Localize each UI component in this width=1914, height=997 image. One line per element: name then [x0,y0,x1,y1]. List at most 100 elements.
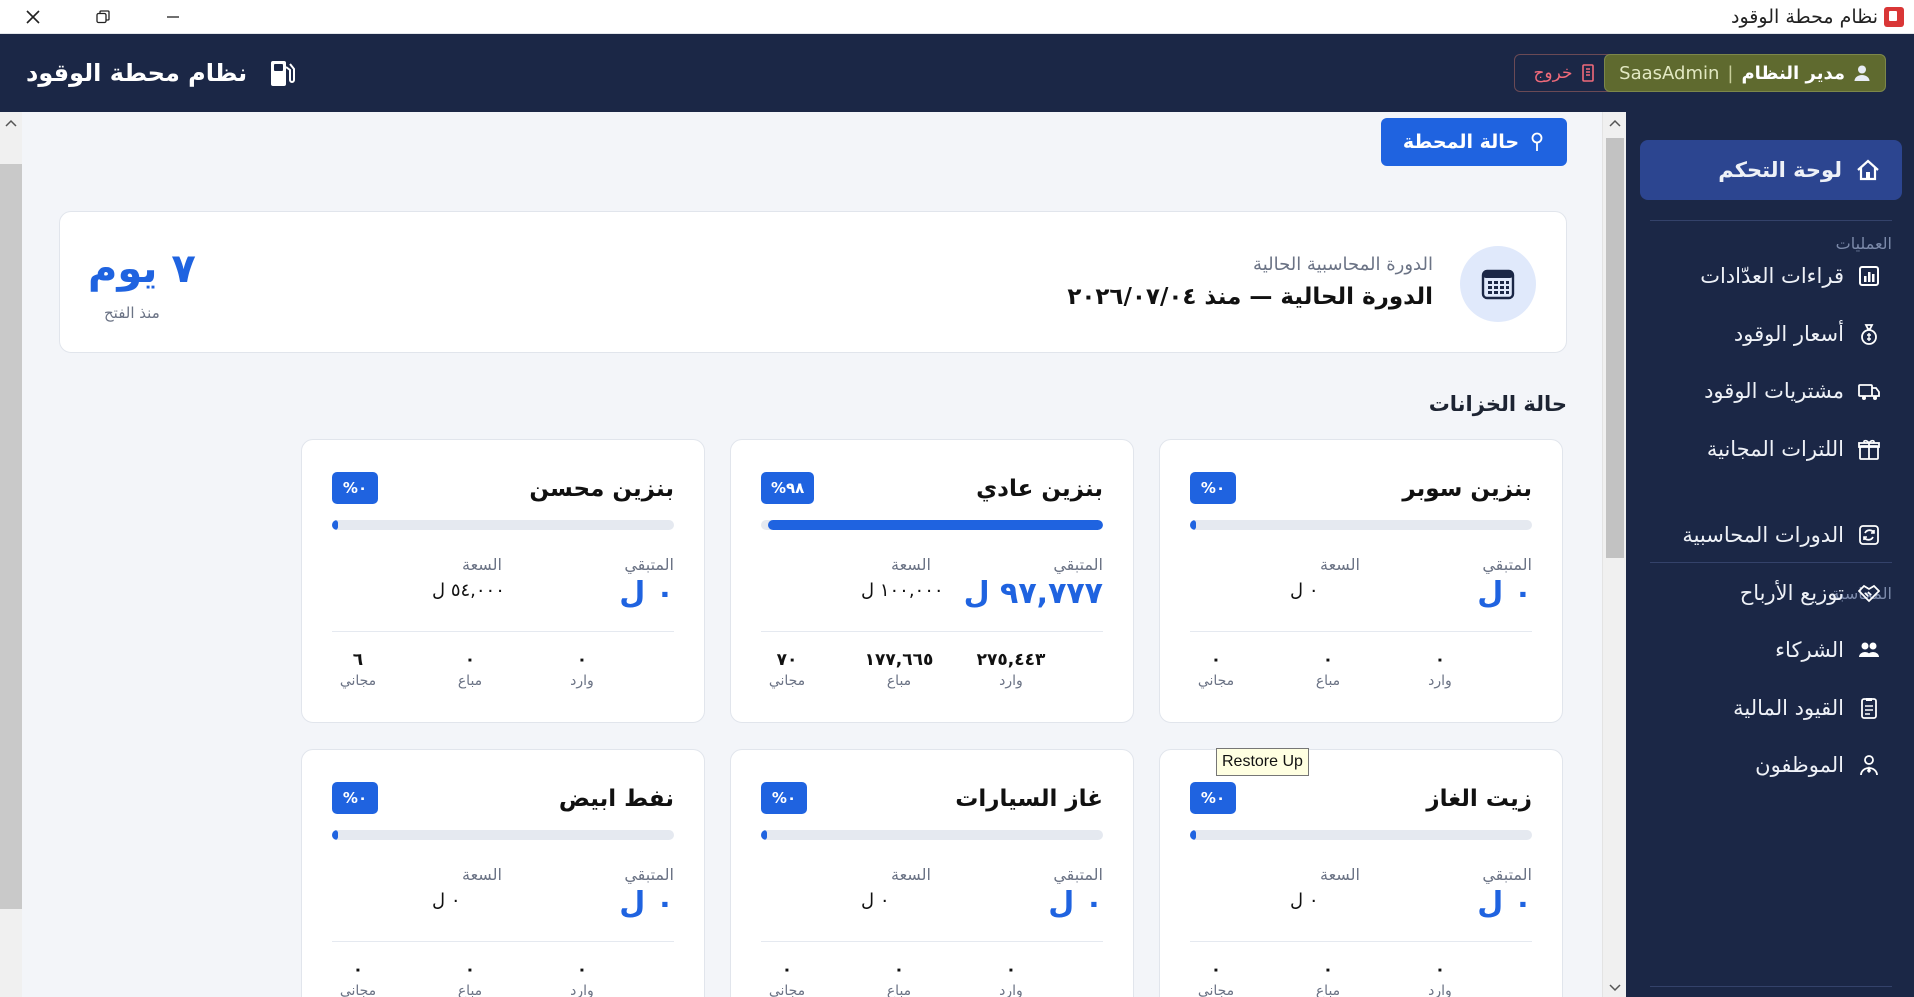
tank-divider [332,941,674,942]
sidebar-item-chart[interactable]: قراءات العدّادات [1640,246,1902,306]
tank-level-fill [1190,520,1196,530]
tank-level-bar [761,830,1103,840]
tank-divider [1190,941,1532,942]
tank-card: بنزين عادي %٩٨ المتبقي ٩٧,٧٧٧ ل السعة ١٠٠,٠٠٠… [730,439,1134,723]
remaining-label: المتبقي [1482,865,1532,884]
scroll-up-arrow-icon[interactable] [1608,118,1622,128]
remaining-label: المتبقي [1053,555,1103,574]
free-value: ٠ [352,960,364,980]
sold-value: ٠ [893,960,905,980]
current-cycle-card: الدورة المحاسبية الحالية الدورة الحالية … [59,211,1567,353]
tank-level-bar [332,520,674,530]
sidebar-item-cycle[interactable]: الدورات المحاسبية [1640,505,1902,565]
sidebar-item-handshake[interactable]: توزيع الأرباح [1640,563,1902,623]
sold-stat: ٠ مباع [420,650,520,689]
tank-level-bar [1190,520,1532,530]
sold-stat: ٠ مباع [1278,960,1378,997]
station-status-button[interactable]: حالة المحطة [1381,118,1567,166]
sold-stat: ٠ مباع [849,960,949,997]
tank-divider [1190,631,1532,632]
incoming-stat: ٠ وارد [1390,650,1490,689]
app-icon [1884,7,1904,27]
sidebar-item-money-bag[interactable]: أسعار الوقود [1640,304,1902,364]
cycle-label: الدورة المحاسبية الحالية [1253,254,1433,275]
capacity-value: ٠ ل [1290,890,1319,911]
vertical-scrollbar[interactable] [1602,112,1626,997]
money-bag-icon [1861,323,1877,345]
user-separator: | [1727,62,1734,84]
tank-divider [332,631,674,632]
remaining-value: ٩٧,٧٧٧ ل [963,576,1103,611]
remaining-value: ٠ ل [1048,886,1103,921]
sold-label: مباع [1315,983,1341,997]
user-icon [1854,65,1870,81]
free-label: مجاني [768,983,806,997]
minimize-window-button[interactable] [156,0,190,34]
sidebar-item-label: أسعار الوقود [1733,321,1844,346]
tank-card: نفط ابيض %٠ المتبقي ٠ ل السعة ٠ ل ٠ وارد ٠ مباع ٠ م… [301,749,705,997]
incoming-stat: ٠ وارد [961,960,1061,997]
sidebar-item-label: الدورات المحاسبية [1682,523,1844,547]
incoming-stat: ٢٧٥,٤٤٣ وارد [961,650,1061,689]
sidebar-item-dashboard[interactable]: لوحة التحكم [1640,140,1902,200]
app-header: نظام محطة الوقود خروج SaasAdmin | مدير ا… [0,34,1914,112]
scroll-thumb[interactable] [0,164,22,909]
sold-label: مباع [457,983,483,997]
tank-percent-badge: %٠ [332,472,378,504]
restore-window-button[interactable] [86,0,120,34]
scroll-down-arrow-icon[interactable] [1608,983,1622,993]
free-label: مجاني [1197,673,1235,689]
capacity-value: ٠ ل [432,890,461,911]
tank-level-fill [767,520,1103,530]
capacity-label: السعة [1320,555,1360,574]
remaining-value: ٠ ل [619,886,674,921]
logout-button[interactable]: خروج [1514,54,1614,92]
sold-stat: ٠ مباع [420,960,520,997]
sold-label: مباع [1315,673,1341,689]
free-value: ٦ [352,650,364,670]
sidebar-divider [1650,986,1892,987]
tooltip: Restore Up [1216,748,1309,776]
incoming-stat: ٠ وارد [1390,960,1490,997]
horizontal-scroll-strip[interactable] [0,112,22,997]
tank-percent-badge: %٩٨ [761,472,815,504]
remaining-value: ٠ ل [619,576,674,611]
sidebar-item-truck[interactable]: مشتريات الوقود [1640,361,1902,421]
incoming-label: وارد [1428,673,1452,689]
tank-level-fill [761,830,767,840]
sold-label: مباع [886,673,912,689]
capacity-value: ٠ ل [861,890,890,911]
window-titlebar: نظام محطة الوقود [0,0,1914,34]
capacity-value: ٠ ل [1290,580,1319,601]
tank-card: غاز السيارات %٠ المتبقي ٠ ل السعة ٠ ل ٠ وارد ٠ مب… [730,749,1134,997]
close-icon [26,10,40,24]
capacity-value: ١٠٠,٠٠٠ ل [861,580,944,601]
tank-level-fill [1190,830,1196,840]
scroll-thumb[interactable] [1606,138,1624,558]
tank-percent-badge: %٠ [1190,472,1236,504]
window-title: نظام محطة الوقود [1731,0,1904,34]
sidebar-item-people[interactable]: الشركاء [1640,620,1902,680]
free-label: مجاني [1197,983,1235,997]
free-value: ٠ [1210,650,1222,670]
sidebar-item-journal[interactable]: القيود المالية [1640,678,1902,738]
tank-name: غاز السيارات [955,786,1103,812]
sidebar-item-label: اللترات المجانية [1706,436,1844,461]
sidebar-item-employee[interactable]: الموظفون [1640,735,1902,795]
sold-stat: ٠ مباع [1278,650,1378,689]
cycle-value: الدورة الحالية — منذ ٢٠٢٦/٠٧/٠٤ [1067,284,1433,310]
remaining-value: ٠ ل [1477,576,1532,611]
sidebar-item-label: لوحة التحكم [1718,158,1842,182]
incoming-label: وارد [999,673,1023,689]
scroll-up-arrow-icon[interactable] [3,118,19,128]
user-chip[interactable]: SaasAdmin | مدير النظام [1604,54,1886,92]
free-label: مجاني [339,983,377,997]
close-window-button[interactable] [16,0,50,34]
tank-name: زيت الغاز [1426,786,1532,812]
sidebar-item-label: توزيع الأرباح [1739,580,1844,605]
sidebar-item-gift[interactable]: اللترات المجانية [1640,419,1902,479]
incoming-value: ٠ [1005,960,1017,980]
user-role: مدير النظام [1741,62,1845,84]
people-icon [1859,642,1879,657]
remaining-label: المتبقي [624,865,674,884]
